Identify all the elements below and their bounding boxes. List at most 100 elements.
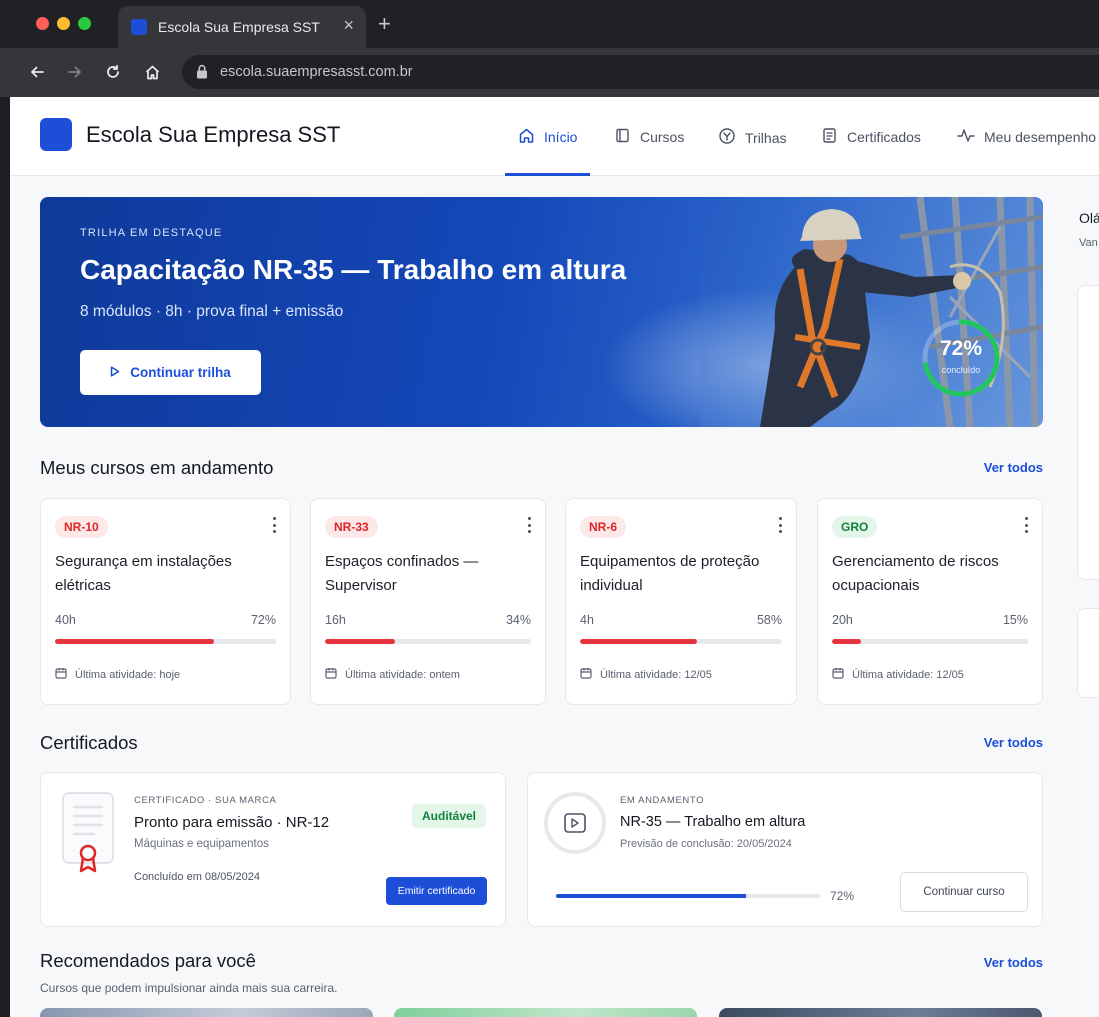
course-title: Gerenciamento de riscos ocupacionais bbox=[832, 553, 999, 594]
in-progress-title: NR-35 — Trabalho em altura bbox=[620, 814, 806, 830]
nav-item-cursos[interactable]: Cursos bbox=[614, 127, 684, 147]
course-progress-bar bbox=[580, 639, 782, 644]
course-badge: NR-10 bbox=[55, 516, 108, 538]
certificate-document-icon bbox=[62, 792, 114, 873]
continue-track-label: Continuar trilha bbox=[130, 365, 231, 380]
back-arrow-icon[interactable] bbox=[25, 60, 49, 84]
nav-item-trilhas[interactable]: Trilhas bbox=[718, 127, 787, 148]
course-card[interactable]: NR-6 Equipamentos de proteção individual 4… bbox=[565, 498, 797, 705]
track-progress-caption: concluído bbox=[941, 365, 981, 375]
tab-close-icon[interactable]: × bbox=[343, 15, 354, 35]
course-duration: 4h bbox=[580, 613, 594, 627]
home-icon bbox=[518, 127, 535, 147]
last-activity-text: Última atividade: hoje bbox=[75, 668, 181, 681]
tab-title: Escola Sua Empresa SST bbox=[158, 19, 320, 35]
nav-label: Meu desempenho bbox=[984, 129, 1097, 145]
course-progress-bar bbox=[55, 639, 276, 644]
calendar-icon bbox=[580, 667, 592, 682]
course-progress-percent: 58% bbox=[756, 613, 782, 627]
browser-tab[interactable]: Escola Sua Empresa SST × bbox=[118, 6, 366, 48]
more-options-icon[interactable] bbox=[778, 517, 782, 533]
favicon-icon bbox=[131, 19, 147, 35]
hero-eyebrow: TRILHA EM DESTAQUE bbox=[80, 227, 223, 239]
sidebar-greeting: Olá bbox=[1079, 210, 1099, 226]
certificate-in-progress-card: EM ANDAMENTO NR-35 — Trabalho em altura … bbox=[527, 772, 1043, 927]
page-viewport: Escola Sua Empresa SST Início Cursos Tri… bbox=[10, 97, 1099, 1017]
more-options-icon[interactable] bbox=[1024, 517, 1028, 533]
browser-tab-strip: Escola Sua Empresa SST × + bbox=[0, 0, 1099, 48]
nav-label: Certificados bbox=[847, 129, 921, 145]
more-options-icon[interactable] bbox=[272, 517, 276, 533]
in-progress-eyebrow: EM ANDAMENTO bbox=[620, 795, 705, 806]
recommended-course-thumbnail[interactable] bbox=[40, 1008, 373, 1017]
more-options-icon[interactable] bbox=[527, 517, 531, 533]
recommended-course-thumbnail[interactable] bbox=[394, 1008, 697, 1017]
course-progress-bar bbox=[832, 639, 1028, 644]
course-card[interactable]: GRO Gerenciamento de riscos ocupacionais 2… bbox=[817, 498, 1043, 705]
track-progress-percent: 72% bbox=[939, 337, 983, 360]
reload-icon[interactable] bbox=[101, 60, 125, 84]
certificate-subtitle: Máquinas e equipamentos bbox=[134, 838, 269, 850]
lock-icon bbox=[196, 64, 208, 84]
recommended-course-thumbnail[interactable] bbox=[719, 1008, 1042, 1017]
course-last-activity: Última atividade: 12/05 bbox=[580, 667, 712, 682]
recommended-section-title: Recomendados para você bbox=[40, 950, 256, 971]
hero-subtitle: 8 módulos · 8h · prova final + emissão bbox=[80, 303, 344, 320]
issue-certificate-button[interactable]: Emitir certificado bbox=[386, 877, 487, 905]
active-nav-indicator bbox=[505, 173, 590, 176]
brand-logo[interactable] bbox=[40, 118, 72, 151]
courses-section-title: Meus cursos em andamento bbox=[40, 457, 274, 478]
course-card[interactable]: NR-10 Segurança em instalações elétricas 4… bbox=[40, 498, 291, 705]
certificates-section-title: Certificados bbox=[40, 732, 138, 753]
course-progress-fill bbox=[832, 639, 862, 644]
continue-course-button[interactable]: Continuar curso bbox=[900, 872, 1028, 912]
in-progress-bar-fill bbox=[556, 894, 747, 898]
courses-see-all-link[interactable]: Ver todos bbox=[984, 460, 1043, 475]
app-header: Escola Sua Empresa SST Início Cursos Tri… bbox=[10, 97, 1099, 176]
window-maximize-button[interactable] bbox=[78, 17, 91, 30]
forward-arrow-icon[interactable] bbox=[63, 60, 87, 84]
sidebar-card bbox=[1077, 608, 1099, 698]
nav-item-inicio[interactable]: Início bbox=[518, 127, 577, 147]
calendar-icon bbox=[832, 667, 844, 682]
url-text: escola.suaempresasst.com.br bbox=[220, 64, 413, 80]
auditable-badge: Auditável bbox=[412, 804, 487, 828]
home-browser-icon[interactable] bbox=[140, 60, 164, 84]
brand-name[interactable]: Escola Sua Empresa SST bbox=[86, 122, 340, 148]
certificate-ready-card: CERTIFICADO · SUA MARCA Pronto para emis… bbox=[40, 772, 506, 927]
continue-track-button[interactable]: Continuar trilha bbox=[80, 350, 261, 395]
window-close-button[interactable] bbox=[36, 17, 49, 30]
in-progress-bar bbox=[556, 894, 820, 898]
course-card[interactable]: NR-33 Espaços confinados — Supervisor 16h 3… bbox=[310, 498, 546, 705]
address-bar[interactable]: escola.suaempresasst.com.br bbox=[182, 55, 1099, 89]
nav-label: Trilhas bbox=[745, 129, 787, 146]
course-last-activity: Última atividade: 12/05 bbox=[832, 667, 964, 682]
course-title: Equipamentos de proteção individual bbox=[580, 553, 760, 594]
course-progress-fill bbox=[55, 639, 215, 644]
certificate-eyebrow: CERTIFICADO · SUA MARCA bbox=[134, 795, 277, 806]
course-duration: 16h bbox=[325, 613, 346, 627]
course-badge: NR-6 bbox=[580, 516, 627, 538]
featured-track-banner: TRILHA EM DESTAQUE Capacitação NR-35 — T… bbox=[40, 197, 1043, 427]
calendar-icon bbox=[325, 667, 337, 682]
sidebar-card bbox=[1077, 285, 1099, 580]
document-icon bbox=[821, 127, 838, 147]
course-play-icon bbox=[544, 792, 606, 854]
course-progress-bar bbox=[325, 639, 531, 644]
last-activity-text: Última atividade: 12/05 bbox=[600, 668, 712, 681]
new-tab-button[interactable]: + bbox=[378, 12, 391, 36]
nav-item-certificados[interactable]: Certificados bbox=[821, 127, 921, 147]
nav-item-meu-desempenho[interactable]: Meu desempenho bbox=[957, 127, 1096, 147]
course-badge: NR-33 bbox=[325, 516, 378, 538]
nav-label: Início bbox=[544, 129, 578, 145]
window-minimize-button[interactable] bbox=[57, 17, 70, 30]
course-progress-percent: 15% bbox=[1002, 613, 1028, 627]
recommended-see-all-link[interactable]: Ver todos bbox=[984, 955, 1043, 970]
recommended-subtitle: Cursos que podem impulsionar ainda mais … bbox=[40, 981, 338, 995]
course-title: Espaços confinados — Supervisor bbox=[325, 553, 479, 594]
certificate-concluded-date: Concluído em 08/05/2024 bbox=[134, 871, 260, 883]
course-progress-fill bbox=[580, 639, 698, 644]
certificate-title: Pronto para emissão · NR-12 bbox=[134, 814, 330, 831]
certificates-see-all-link[interactable]: Ver todos bbox=[984, 735, 1043, 750]
hero-title: Capacitação NR-35 — Trabalho em altura bbox=[80, 254, 627, 285]
